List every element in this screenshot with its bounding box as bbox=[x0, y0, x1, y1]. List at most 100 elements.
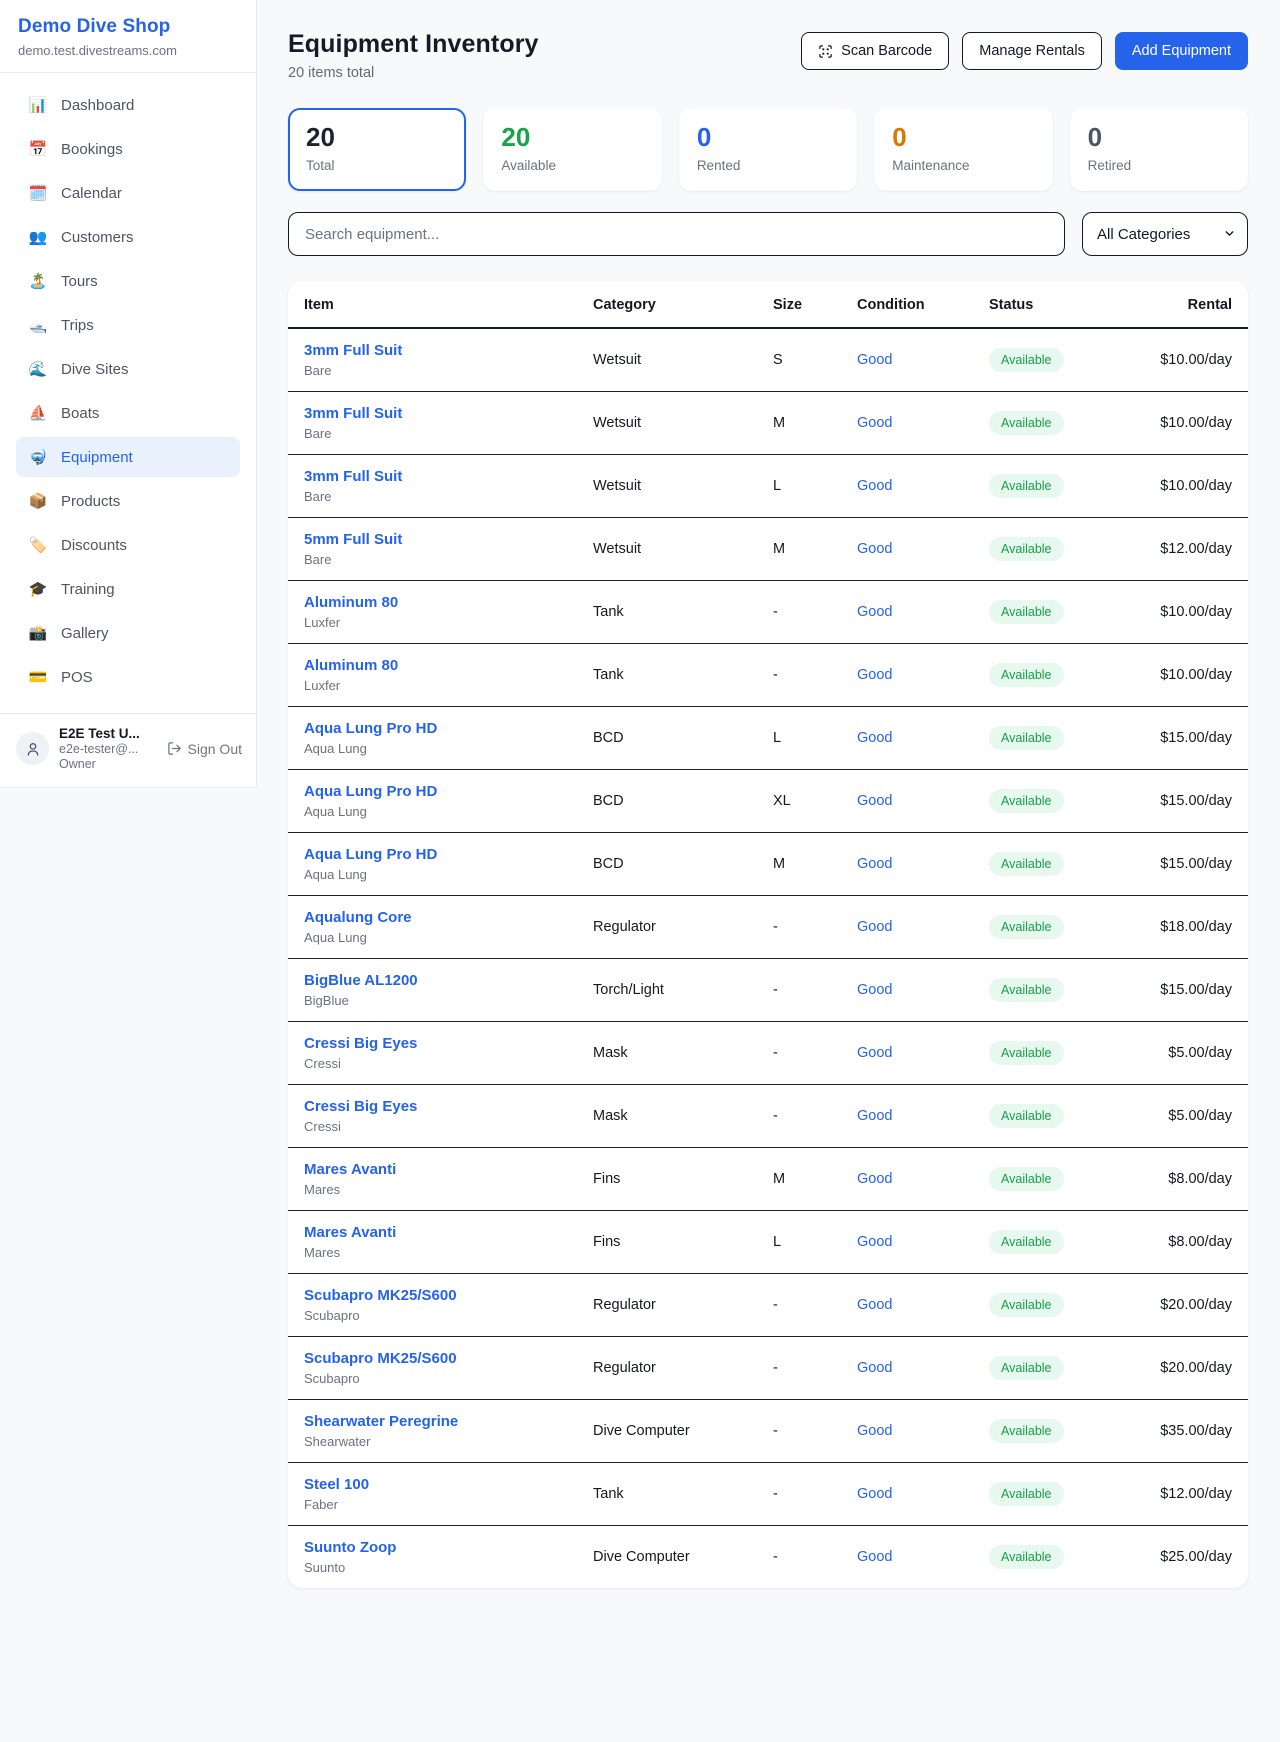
sidebar-item-label: POS bbox=[61, 669, 93, 686]
equipment-name-link[interactable]: Aluminum 80 bbox=[304, 594, 561, 611]
condition-link[interactable]: Good bbox=[857, 1045, 892, 1061]
equipment-name-link[interactable]: Mares Avanti bbox=[304, 1161, 561, 1178]
sidebar-item-discounts[interactable]: 🏷️ Discounts bbox=[16, 525, 240, 565]
stat-card-retired[interactable]: 0 Retired bbox=[1070, 108, 1248, 191]
condition-link[interactable]: Good bbox=[857, 982, 892, 998]
sidebar-item-equipment[interactable]: 🤿 Equipment bbox=[16, 437, 240, 477]
equipment-name-link[interactable]: 5mm Full Suit bbox=[304, 531, 561, 548]
condition-link[interactable]: Good bbox=[857, 415, 892, 431]
category-select[interactable]: All Categories bbox=[1082, 212, 1248, 256]
status-badge: Available bbox=[989, 600, 1064, 624]
status-badge: Available bbox=[989, 663, 1064, 687]
sidebar-item-bookings[interactable]: 📅 Bookings bbox=[16, 129, 240, 169]
sidebar-item-tours[interactable]: 🏝️ Tours bbox=[16, 261, 240, 301]
equipment-brand: Cressi bbox=[304, 1119, 561, 1134]
equipment-name-link[interactable]: BigBlue AL1200 bbox=[304, 972, 561, 989]
equipment-name-link[interactable]: Mares Avanti bbox=[304, 1224, 561, 1241]
equipment-name-link[interactable]: Shearwater Peregrine bbox=[304, 1413, 561, 1430]
condition-link[interactable]: Good bbox=[857, 604, 892, 620]
condition-link[interactable]: Good bbox=[857, 793, 892, 809]
equipment-name-link[interactable]: Scubapro MK25/S600 bbox=[304, 1350, 561, 1367]
sidebar-item-label: Trips bbox=[61, 317, 94, 334]
equipment-name-link[interactable]: Scubapro MK25/S600 bbox=[304, 1287, 561, 1304]
status-badge: Available bbox=[989, 1167, 1064, 1191]
equipment-name-link[interactable]: 3mm Full Suit bbox=[304, 342, 561, 359]
size-cell: L bbox=[773, 730, 781, 746]
condition-link[interactable]: Good bbox=[857, 730, 892, 746]
table-row: 3mm Full Suit Bare Wetsuit S Good Availa… bbox=[288, 328, 1248, 392]
sidebar-item-pos[interactable]: 💳 POS bbox=[16, 657, 240, 697]
products-icon: 📦 bbox=[28, 492, 48, 510]
size-cell: L bbox=[773, 478, 781, 494]
sidebar-item-products[interactable]: 📦 Products bbox=[16, 481, 240, 521]
rental-cell: $25.00/day bbox=[1123, 1526, 1248, 1589]
condition-link[interactable]: Good bbox=[857, 541, 892, 557]
condition-link[interactable]: Good bbox=[857, 667, 892, 683]
table-row: Aqua Lung Pro HD Aqua Lung BCD XL Good A… bbox=[288, 770, 1248, 833]
table-row: Scubapro MK25/S600 Scubapro Regulator - … bbox=[288, 1274, 1248, 1337]
equipment-name-link[interactable]: Aluminum 80 bbox=[304, 657, 561, 674]
condition-link[interactable]: Good bbox=[857, 1297, 892, 1313]
condition-link[interactable]: Good bbox=[857, 856, 892, 872]
sidebar-item-label: Bookings bbox=[61, 141, 123, 158]
equipment-name-link[interactable]: Cressi Big Eyes bbox=[304, 1098, 561, 1115]
equipment-name-link[interactable]: Aqua Lung Pro HD bbox=[304, 846, 561, 863]
rental-cell: $8.00/day bbox=[1123, 1211, 1248, 1274]
table-row: Cressi Big Eyes Cressi Mask - Good Avail… bbox=[288, 1022, 1248, 1085]
equipment-name-link[interactable]: Steel 100 bbox=[304, 1476, 561, 1493]
category-cell: Fins bbox=[593, 1234, 620, 1250]
equipment-name-link[interactable]: 3mm Full Suit bbox=[304, 405, 561, 422]
stat-card-total[interactable]: 20 Total bbox=[288, 108, 466, 191]
stat-card-rented[interactable]: 0 Rented bbox=[679, 108, 857, 191]
page-title: Equipment Inventory bbox=[288, 30, 539, 59]
trips-icon: 🛥️ bbox=[28, 316, 48, 334]
condition-link[interactable]: Good bbox=[857, 1360, 892, 1376]
equipment-name-link[interactable]: Aqua Lung Pro HD bbox=[304, 720, 561, 737]
equipment-name-link[interactable]: 3mm Full Suit bbox=[304, 468, 561, 485]
size-cell: M bbox=[773, 541, 785, 557]
customers-icon: 👥 bbox=[28, 228, 48, 246]
rental-cell: $10.00/day bbox=[1123, 581, 1248, 644]
condition-link[interactable]: Good bbox=[857, 1486, 892, 1502]
stat-card-maintenance[interactable]: 0 Maintenance bbox=[874, 108, 1052, 191]
equipment-name-link[interactable]: Aqualung Core bbox=[304, 909, 561, 926]
sidebar-item-customers[interactable]: 👥 Customers bbox=[16, 217, 240, 257]
add-equipment-label: Add Equipment bbox=[1132, 43, 1231, 59]
equipment-name-link[interactable]: Cressi Big Eyes bbox=[304, 1035, 561, 1052]
equipment-brand: Scubapro bbox=[304, 1371, 561, 1386]
stat-value-maintenance: 0 bbox=[892, 124, 1034, 150]
size-cell: M bbox=[773, 856, 785, 872]
sidebar-item-trips[interactable]: 🛥️ Trips bbox=[16, 305, 240, 345]
table-row: Aqua Lung Pro HD Aqua Lung BCD L Good Av… bbox=[288, 707, 1248, 770]
condition-link[interactable]: Good bbox=[857, 1234, 892, 1250]
sidebar-item-dashboard[interactable]: 📊 Dashboard bbox=[16, 85, 240, 125]
equipment-brand: Scubapro bbox=[304, 1308, 561, 1323]
stat-card-available[interactable]: 20 Available bbox=[483, 108, 661, 191]
search-input[interactable] bbox=[288, 212, 1065, 256]
main-content: Equipment Inventory 20 items total Scan … bbox=[257, 0, 1280, 1588]
condition-link[interactable]: Good bbox=[857, 478, 892, 494]
rental-cell: $20.00/day bbox=[1123, 1337, 1248, 1400]
sidebar-item-training[interactable]: 🎓 Training bbox=[16, 569, 240, 609]
sidebar-item-calendar[interactable]: 🗓️ Calendar bbox=[16, 173, 240, 213]
condition-link[interactable]: Good bbox=[857, 1108, 892, 1124]
condition-link[interactable]: Good bbox=[857, 1171, 892, 1187]
equipment-icon: 🤿 bbox=[28, 448, 48, 466]
sidebar-item-gallery[interactable]: 📸 Gallery bbox=[16, 613, 240, 653]
equipment-name-link[interactable]: Suunto Zoop bbox=[304, 1539, 561, 1556]
stats-row: 20 Total 20 Available 0 Rented 0 Mainten… bbox=[288, 108, 1248, 191]
scan-barcode-button[interactable]: Scan Barcode bbox=[801, 32, 949, 70]
add-equipment-button[interactable]: Add Equipment bbox=[1115, 32, 1248, 70]
manage-rentals-button[interactable]: Manage Rentals bbox=[962, 32, 1102, 70]
equipment-name-link[interactable]: Aqua Lung Pro HD bbox=[304, 783, 561, 800]
sign-out-button[interactable]: Sign Out bbox=[167, 741, 242, 757]
condition-link[interactable]: Good bbox=[857, 352, 892, 368]
sidebar-item-boats[interactable]: ⛵ Boats bbox=[16, 393, 240, 433]
equipment-brand: BigBlue bbox=[304, 993, 561, 1008]
condition-link[interactable]: Good bbox=[857, 1423, 892, 1439]
user-role: Owner bbox=[59, 757, 157, 771]
sidebar-item-dive-sites[interactable]: 🌊 Dive Sites bbox=[16, 349, 240, 389]
size-cell: - bbox=[773, 1297, 778, 1313]
condition-link[interactable]: Good bbox=[857, 919, 892, 935]
condition-link[interactable]: Good bbox=[857, 1549, 892, 1565]
